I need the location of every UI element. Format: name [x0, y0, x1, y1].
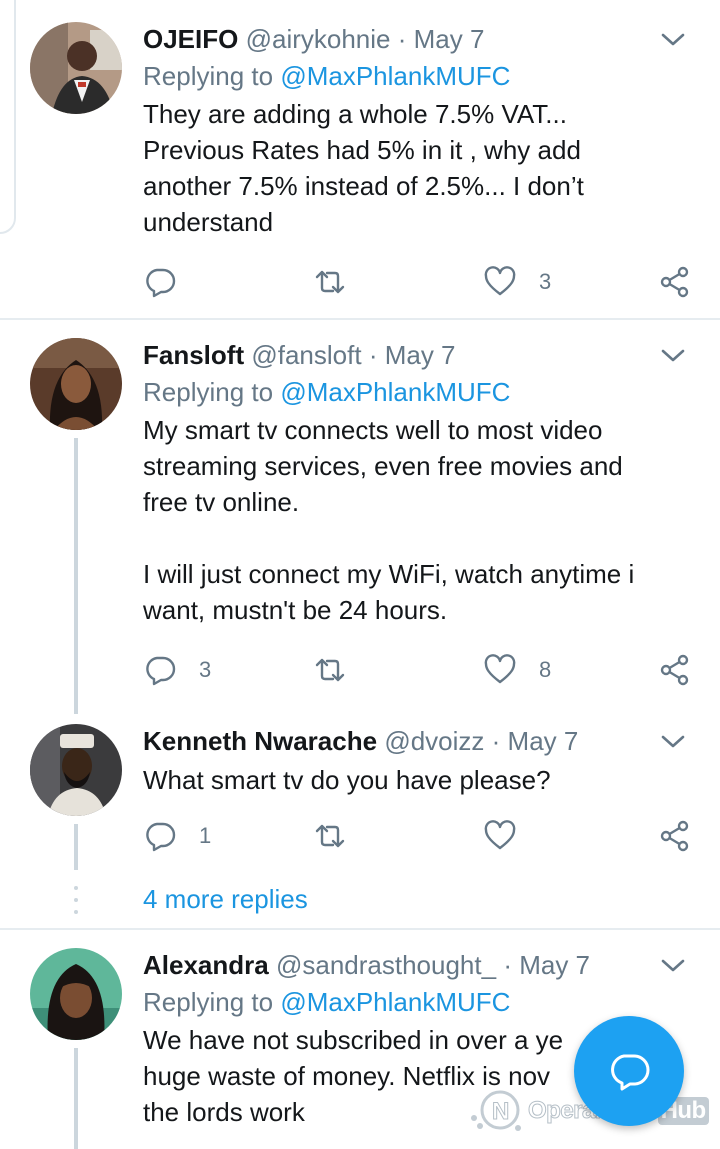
share-button[interactable] [658, 816, 692, 856]
tweet-text: What smart tv do you have please? [143, 765, 551, 795]
opera-news-logo-icon: N [471, 1090, 521, 1131]
display-name[interactable]: Kenneth Nwarache [143, 726, 377, 756]
tweet-header: Kenneth Nwarache @dvoizz · May 7 [143, 724, 690, 758]
separator-dot: · [503, 950, 512, 980]
tweet-date[interactable]: May 7 [519, 950, 590, 980]
thread-line [74, 824, 78, 870]
reply-icon [146, 268, 176, 298]
svg-text:N: N [492, 1098, 509, 1125]
retweet-button[interactable] [313, 262, 347, 302]
tweet-date[interactable]: May 7 [508, 726, 579, 756]
replying-to-label: Replying to [143, 377, 281, 407]
avatar[interactable] [30, 948, 122, 1040]
reply-button[interactable]: 1 [143, 816, 211, 856]
tweet-actions: 3 [143, 262, 692, 302]
tweet-date[interactable]: May 7 [414, 24, 485, 54]
tweet-divider [0, 318, 720, 320]
like-button[interactable]: 3 [483, 262, 551, 302]
replying-to-label: Replying to [143, 61, 281, 91]
replying-to-label: Replying to [143, 987, 281, 1017]
tweet-text: They are adding a whole 7.5% VAT... Prev… [143, 99, 584, 237]
replying-to: Replying to @MaxPhlankMUFC [143, 56, 690, 96]
avatar[interactable] [30, 724, 122, 816]
thread-line [74, 1048, 78, 1149]
share-icon [660, 820, 689, 852]
separator-dot: · [491, 726, 501, 756]
like-icon [484, 266, 516, 296]
tweet-text: My smart tv connects well to most video … [143, 415, 635, 625]
separator-dot: · [368, 340, 378, 370]
display-name[interactable]: OJEIFO [143, 24, 238, 54]
retweet-icon [315, 824, 345, 848]
reply-count: 1 [199, 823, 212, 848]
side-panel-edge [0, 0, 16, 234]
user-handle[interactable]: @airykohnie [246, 24, 391, 54]
replying-to: Replying to @MaxPhlankMUFC [143, 982, 690, 1022]
mention-link[interactable]: @MaxPhlankMUFC [280, 987, 510, 1017]
share-icon [660, 266, 689, 298]
display-name[interactable]: Alexandra [143, 950, 269, 980]
retweet-icon [315, 658, 345, 682]
mention-link[interactable]: @MaxPhlankMUFC [280, 61, 510, 91]
like-icon [484, 820, 516, 850]
user-handle[interactable]: @sandrasthought_ [276, 950, 496, 980]
reply-count: 3 [199, 657, 212, 682]
chevron-down-icon[interactable] [660, 346, 686, 366]
user-handle[interactable]: @fansloft [251, 340, 361, 370]
tweet-date[interactable]: May 7 [385, 340, 456, 370]
thread-line [74, 438, 78, 714]
user-handle[interactable]: @dvoizz [384, 726, 484, 756]
like-button[interactable] [483, 816, 539, 856]
like-button[interactable]: 8 [483, 650, 551, 690]
avatar[interactable] [30, 338, 122, 430]
avatar[interactable] [30, 22, 122, 114]
thread-ellipsis [74, 886, 78, 922]
replying-to: Replying to @MaxPhlankMUFC [143, 372, 690, 412]
tweet-actions: 1 [143, 816, 692, 856]
share-button[interactable] [658, 650, 692, 690]
retweet-button[interactable] [313, 816, 347, 856]
tweet-actions: 3 8 [143, 650, 692, 690]
compose-button[interactable] [574, 1016, 684, 1126]
reply-icon [146, 822, 176, 852]
chevron-down-icon[interactable] [660, 956, 686, 976]
more-replies-link[interactable]: 4 more replies [143, 884, 308, 915]
separator-dot: · [397, 24, 407, 54]
reply-icon [146, 656, 176, 686]
tweet-header: Fansloft @fansloft · May 7 [143, 338, 690, 372]
display-name[interactable]: Fansloft [143, 340, 244, 370]
tweet-divider [0, 928, 720, 930]
retweet-icon [315, 270, 345, 294]
mention-link[interactable]: @MaxPhlankMUFC [280, 377, 510, 407]
tweet-header: Alexandra @sandrasthought_ · May 7 [143, 948, 690, 982]
tweet-header: OJEIFO @airykohnie · May 7 [143, 22, 690, 56]
share-button[interactable] [658, 262, 692, 302]
chevron-down-icon[interactable] [660, 30, 686, 50]
share-icon [660, 654, 689, 686]
compose-icon [611, 1054, 650, 1091]
like-icon [484, 654, 516, 684]
chevron-down-icon[interactable] [660, 732, 686, 752]
like-count: 8 [539, 657, 552, 682]
retweet-button[interactable] [313, 650, 347, 690]
like-count: 3 [539, 269, 552, 294]
reply-button[interactable]: 3 [143, 650, 211, 690]
reply-button[interactable] [143, 262, 199, 302]
